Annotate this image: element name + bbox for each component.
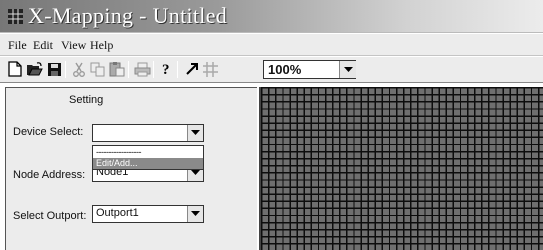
chevron-down-icon[interactable] <box>187 206 203 222</box>
menu-bar: File Edit View Help <box>0 34 543 56</box>
device-select-label: Device Select: <box>13 126 84 138</box>
grid-icon[interactable] <box>201 60 219 78</box>
select-outport-combo[interactable]: Outport1 <box>92 205 204 223</box>
node-address-label: Node Address: <box>13 169 86 181</box>
menu-edit[interactable]: Edit <box>33 38 53 53</box>
cut-icon[interactable] <box>70 60 88 78</box>
save-icon[interactable] <box>45 60 63 78</box>
arrow-tool-icon[interactable] <box>183 60 201 78</box>
select-outport-label: Select Outport: <box>13 210 87 222</box>
zoom-value: 100% <box>268 62 302 77</box>
select-outport-value: Outport1 <box>96 207 139 219</box>
toolbar-separator <box>128 61 129 78</box>
setting-panel: Setting Device Select: -----------------… <box>5 87 257 250</box>
panel-title: Setting <box>69 94 104 106</box>
toolbar-separator <box>177 61 178 78</box>
grid-app-icon <box>8 9 23 24</box>
menu-file[interactable]: File <box>8 38 27 53</box>
device-select-dropdown: ------------------ Edit/Add... <box>92 145 204 170</box>
toolbar-separator <box>65 61 66 78</box>
menu-help[interactable]: Help <box>90 38 113 53</box>
mapping-grid-canvas[interactable] <box>259 87 543 250</box>
title-bar: X-Mapping - Untitled <box>0 0 543 33</box>
dropdown-option-separator[interactable]: ------------------ <box>96 147 141 157</box>
toolbar-separator <box>153 61 154 78</box>
dropdown-option-edit-add[interactable]: Edit/Add... <box>93 158 203 169</box>
paste-icon[interactable] <box>108 60 126 78</box>
copy-icon[interactable] <box>89 60 107 78</box>
open-icon[interactable] <box>25 60 43 78</box>
zoom-select[interactable]: 100% <box>263 60 356 79</box>
print-icon[interactable] <box>133 60 151 78</box>
grid-pattern <box>261 87 543 250</box>
chevron-down-icon[interactable] <box>339 61 356 78</box>
device-select-combo[interactable] <box>92 124 204 142</box>
svg-text:?: ? <box>162 62 170 77</box>
help-pointer-icon[interactable]: ? <box>158 60 176 78</box>
toolbar: ? 100% <box>0 57 543 83</box>
menu-view[interactable]: View <box>61 38 86 53</box>
window-title: X-Mapping - Untitled <box>28 3 228 28</box>
new-icon[interactable] <box>6 60 24 78</box>
chevron-down-icon[interactable] <box>187 125 203 141</box>
